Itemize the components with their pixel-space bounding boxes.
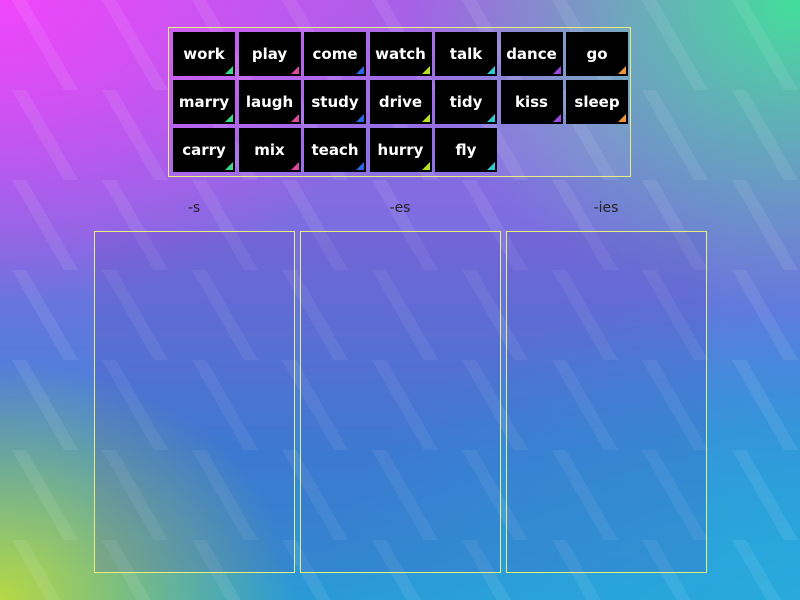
corner-triangle-icon bbox=[356, 162, 364, 170]
word-tile-label: talk bbox=[449, 45, 483, 63]
word-tile[interactable]: fly bbox=[435, 128, 497, 172]
corner-triangle-icon bbox=[421, 66, 430, 74]
corner-triangle-icon bbox=[356, 114, 364, 122]
word-tile-label: sleep bbox=[574, 93, 620, 111]
word-tile[interactable]: talk bbox=[435, 32, 497, 76]
corner-triangle-icon bbox=[618, 66, 626, 74]
word-tile[interactable]: play bbox=[238, 32, 301, 76]
group-label-ies: -ies bbox=[593, 200, 619, 216]
word-tile-label: tidy bbox=[449, 93, 483, 111]
word-tile-label: play bbox=[251, 45, 288, 63]
word-tile[interactable]: carry bbox=[173, 128, 235, 172]
word-tile-label: teach bbox=[311, 141, 359, 159]
corner-triangle-icon bbox=[421, 114, 430, 122]
corner-triangle-icon bbox=[618, 114, 626, 122]
corner-triangle-icon bbox=[421, 162, 430, 170]
drop-zone-ies[interactable] bbox=[506, 231, 707, 573]
word-tile-label: watch bbox=[375, 45, 426, 63]
corner-triangle-icon bbox=[225, 114, 233, 122]
word-tile-label: marry bbox=[178, 93, 230, 111]
corner-triangle-icon bbox=[552, 114, 561, 122]
word-tile-label: mix bbox=[254, 141, 285, 159]
word-tile-label: work bbox=[183, 45, 225, 63]
word-tile[interactable]: sleep bbox=[566, 80, 628, 124]
corner-triangle-icon bbox=[552, 66, 561, 74]
corner-triangle-icon bbox=[356, 66, 364, 74]
corner-triangle-icon bbox=[487, 66, 495, 74]
word-tile-label: hurry bbox=[377, 141, 424, 159]
corner-triangle-icon bbox=[225, 66, 233, 74]
group-label-s: -s bbox=[187, 200, 201, 216]
word-tile[interactable]: tidy bbox=[435, 80, 497, 124]
drop-zone-es[interactable] bbox=[300, 231, 501, 573]
word-tray: work play come watch talk dance go marry laugh st… bbox=[168, 27, 631, 177]
corner-triangle-icon bbox=[225, 162, 233, 170]
word-tile[interactable]: kiss bbox=[500, 80, 563, 124]
word-tile-label: carry bbox=[182, 141, 226, 159]
corner-triangle-icon bbox=[290, 162, 299, 170]
word-tile-label: drive bbox=[378, 93, 423, 111]
corner-triangle-icon bbox=[487, 114, 495, 122]
corner-triangle-icon bbox=[290, 66, 299, 74]
word-tile[interactable]: study bbox=[304, 80, 366, 124]
drop-zone-s[interactable] bbox=[94, 231, 295, 573]
word-tile[interactable]: mix bbox=[238, 128, 301, 172]
word-tile-label: study bbox=[311, 93, 359, 111]
corner-triangle-icon bbox=[290, 114, 299, 122]
word-tile[interactable]: dance bbox=[500, 32, 563, 76]
word-tile[interactable]: drive bbox=[369, 80, 432, 124]
word-tile[interactable]: marry bbox=[173, 80, 235, 124]
word-tile-label: come bbox=[312, 45, 358, 63]
word-tile[interactable]: come bbox=[304, 32, 366, 76]
word-tile-label: laugh bbox=[245, 93, 294, 111]
word-tile[interactable]: work bbox=[173, 32, 235, 76]
word-tile-label: go bbox=[586, 45, 608, 63]
group-label-es: -es bbox=[389, 200, 411, 216]
word-tile-label: dance bbox=[506, 45, 557, 63]
word-tile-label: kiss bbox=[515, 93, 548, 111]
word-tile-label: fly bbox=[455, 141, 477, 159]
corner-triangle-icon bbox=[487, 162, 495, 170]
word-tile[interactable]: laugh bbox=[238, 80, 301, 124]
word-tile[interactable]: teach bbox=[304, 128, 366, 172]
word-tile[interactable]: watch bbox=[369, 32, 432, 76]
word-tile[interactable]: hurry bbox=[369, 128, 432, 172]
word-tile[interactable]: go bbox=[566, 32, 628, 76]
